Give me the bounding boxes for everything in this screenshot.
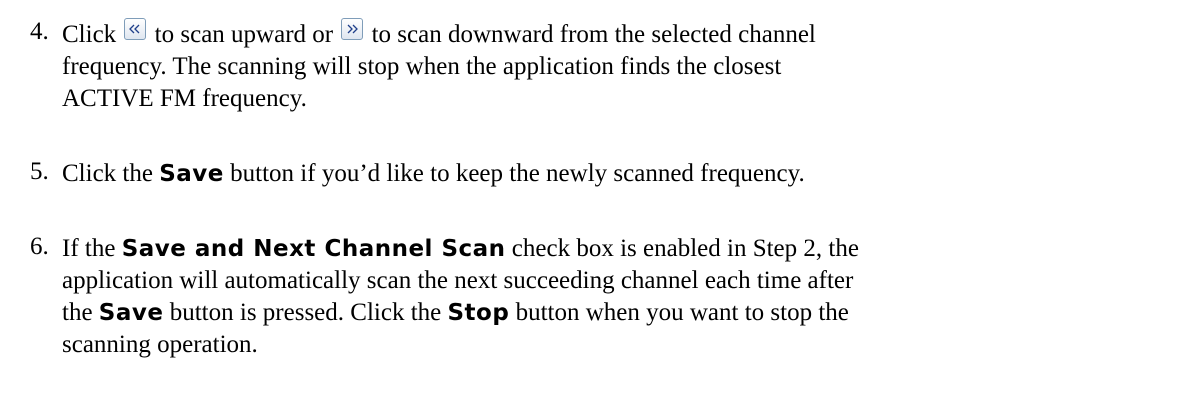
save-and-next-channel-scan-label: Save and Next Channel Scan [121, 236, 506, 262]
step-line: If the Save and Next Channel Scan check … [62, 233, 1180, 265]
step-line: application will automatically scan the … [62, 267, 854, 294]
step-line: ACTIVE FM frequency. [62, 85, 307, 112]
step-text: Click to scan upward or to scan downward… [62, 18, 1180, 115]
step-line: Click to scan upward or to scan downward… [62, 18, 1180, 51]
document-page: 4. Click to scan upward or to scan downw… [0, 0, 1188, 408]
double-chevron-left-icon [124, 18, 147, 40]
step-line: scanning operation. [62, 331, 258, 358]
save-label: Save [98, 300, 164, 326]
step-5: 5. Click the Save button if you’d like t… [30, 158, 1180, 190]
step-line: the Save button is pressed. Click the St… [62, 297, 1180, 329]
step-line: frequency. The scanning will stop when t… [62, 53, 782, 80]
text-run: button when you want to stop the [515, 299, 849, 326]
step-text: If the Save and Next Channel Scan check … [62, 233, 1180, 361]
step-number: 6. [30, 233, 49, 260]
step-text: Click the Save button if you’d like to k… [62, 158, 1180, 190]
text-run: the [62, 299, 93, 326]
text-run: to scan downward from the selected chann… [371, 21, 816, 48]
double-chevron-right-icon [341, 18, 364, 40]
stop-label: Stop [447, 300, 510, 326]
text-run: button is pressed. Click the [169, 299, 442, 326]
save-label: Save [159, 161, 224, 187]
text-run: to scan upward or [154, 21, 334, 48]
text-run: Click [62, 21, 117, 48]
text-run: check box is enabled in Step 2, the [511, 235, 859, 262]
step-6: 6. If the Save and Next Channel Scan che… [30, 233, 1180, 361]
step-line: Click the Save button if you’d like to k… [62, 158, 1180, 190]
text-run: If the [62, 235, 116, 262]
step-number: 5. [30, 158, 49, 185]
step-4: 4. Click to scan upward or to scan downw… [30, 18, 1180, 115]
text-run: Click the [62, 160, 153, 187]
text-run: button if you’d like to keep the newly s… [230, 160, 805, 187]
step-number: 4. [30, 18, 49, 45]
